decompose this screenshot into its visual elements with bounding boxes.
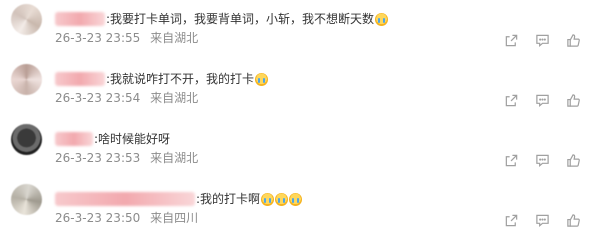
avatar[interactable] <box>11 4 42 35</box>
like-button[interactable] <box>564 212 582 228</box>
comment-date: 26-3-23 <box>55 91 102 105</box>
comment-time: 23:55 <box>105 31 141 45</box>
like-button[interactable] <box>564 92 582 108</box>
comment-time: 23:53 <box>105 151 141 165</box>
crying-emoji-icon <box>275 192 289 206</box>
comment-meta: 26-3-23 23:55 来自湖北 <box>55 30 198 46</box>
comment-line: : 我就说咋打不开，我的打卡 <box>55 70 269 88</box>
share-icon <box>505 94 517 106</box>
comment-icon <box>535 214 549 227</box>
comment-line: : 啥时候能好呀 <box>55 130 170 148</box>
comment-date: 26-3-23 <box>55 211 102 225</box>
comment-meta: 26-3-23 23:54 来自湖北 <box>55 90 198 106</box>
comment-actions <box>502 92 582 108</box>
like-icon <box>566 93 580 107</box>
comment-date: 26-3-23 <box>55 151 102 165</box>
like-button[interactable] <box>564 152 582 168</box>
avatar[interactable] <box>11 64 42 95</box>
comment-location: 来自湖北 <box>150 151 199 165</box>
username-blurred[interactable] <box>55 12 105 26</box>
username-blurred[interactable] <box>55 192 195 206</box>
comment-location: 来自四川 <box>150 211 199 225</box>
comment-date: 26-3-23 <box>55 31 102 45</box>
share-icon <box>505 34 517 46</box>
avatar[interactable] <box>11 124 42 155</box>
comment-button[interactable] <box>533 212 551 228</box>
comment-icon <box>535 154 549 167</box>
username-blurred[interactable] <box>55 132 93 146</box>
crying-emoji-icon <box>255 72 269 86</box>
comment-line: : 我的打卡啊 <box>55 190 303 208</box>
avatar[interactable] <box>11 184 42 215</box>
comment-meta: 26-3-23 23:50 来自四川 <box>55 210 198 226</box>
comment-text: 啥时候能好呀 <box>98 132 171 146</box>
comment-item: : 我的打卡啊 26-3-23 23:50 来自四川 <box>0 180 600 240</box>
comment-text: 我要打卡单词，我要背单词，小斩，我不想断天数 <box>110 12 375 26</box>
share-button[interactable] <box>502 152 520 168</box>
comment-time: 23:50 <box>105 211 141 225</box>
like-icon <box>566 33 580 47</box>
share-icon <box>505 154 517 166</box>
comment-actions <box>502 32 582 48</box>
comment-list: : 我要打卡单词，我要背单词，小斩，我不想断天数 26-3-23 23:55 来… <box>0 0 600 246</box>
comment-meta: 26-3-23 23:53 来自湖北 <box>55 150 198 166</box>
comment-item: : 我要打卡单词，我要背单词，小斩，我不想断天数 26-3-23 23:55 来… <box>0 0 600 60</box>
comment-icon <box>535 34 549 47</box>
comment-time: 23:54 <box>105 91 141 105</box>
comment-button[interactable] <box>533 32 551 48</box>
comment-button[interactable] <box>533 152 551 168</box>
comment-actions <box>502 152 582 168</box>
share-button[interactable] <box>502 32 520 48</box>
comment-location: 来自湖北 <box>150 31 199 45</box>
comment-text: 我就说咋打不开，我的打卡 <box>110 72 255 86</box>
like-button[interactable] <box>564 32 582 48</box>
comment-item: : 我就说咋打不开，我的打卡 26-3-23 23:54 来自湖北 <box>0 60 600 120</box>
like-icon <box>566 153 580 167</box>
comment-icon <box>535 94 549 107</box>
comment-line: : 我要打卡单词，我要背单词，小斩，我不想断天数 <box>55 10 389 28</box>
comment-location: 来自湖北 <box>150 91 199 105</box>
crying-emoji-icon <box>375 12 389 26</box>
crying-emoji-icon <box>261 192 275 206</box>
share-button[interactable] <box>502 92 520 108</box>
comment-item: : 啥时候能好呀 26-3-23 23:53 来自湖北 <box>0 120 600 180</box>
share-icon <box>505 214 517 226</box>
like-icon <box>566 213 580 227</box>
username-blurred[interactable] <box>55 72 105 86</box>
share-button[interactable] <box>502 212 520 228</box>
crying-emoji-icon <box>289 192 303 206</box>
comment-actions <box>502 212 582 228</box>
comment-button[interactable] <box>533 92 551 108</box>
comment-text: 我的打卡啊 <box>200 192 261 206</box>
